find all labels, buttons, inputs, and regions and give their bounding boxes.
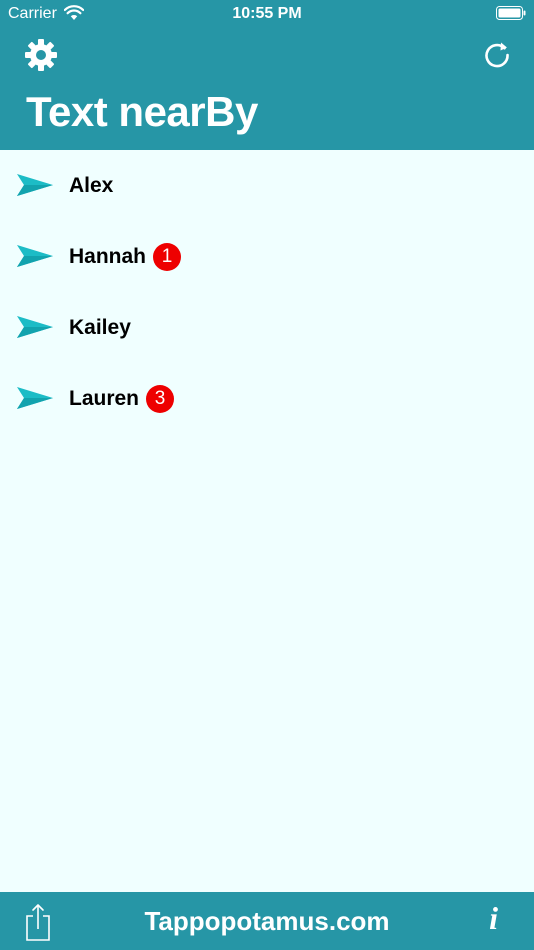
unread-badge: 1 [153, 243, 182, 271]
refresh-icon[interactable] [482, 40, 512, 70]
paper-plane-icon [17, 245, 53, 267]
contact-name-text: Hannah [69, 245, 147, 268]
list-item[interactable]: Kailey [0, 292, 534, 363]
header: Carrier 10:55 PM Text nearBy [0, 0, 534, 150]
contact-name: Alex [69, 172, 113, 200]
paper-plane-icon [17, 174, 53, 196]
page-title: Text nearBy [26, 88, 258, 135]
list-item[interactable]: Lauren 3 [0, 363, 534, 434]
website-link[interactable]: Tappopotamus.com [0, 906, 534, 937]
footer: Tappopotamus.com i [0, 892, 534, 950]
list-item[interactable]: Alex [0, 150, 534, 221]
gear-icon[interactable] [24, 38, 58, 72]
list-item[interactable]: Hannah 1 [0, 221, 534, 292]
paper-plane-icon [17, 387, 53, 409]
battery-icon [496, 6, 526, 20]
contact-name-text: Kailey [69, 316, 131, 339]
paper-plane-icon [17, 316, 53, 338]
contact-name: Lauren 3 [69, 385, 175, 413]
contact-name: Hannah 1 [69, 243, 182, 271]
status-time: 10:55 PM [232, 5, 302, 22]
status-bar: Carrier 10:55 PM [0, 0, 534, 28]
unread-badge: 3 [146, 385, 175, 413]
info-icon[interactable]: i [489, 900, 498, 937]
contact-name-text: Alex [69, 174, 114, 197]
contact-list: Alex Hannah 1 Kailey Lauren 3 [0, 150, 534, 434]
contact-name: Kailey [69, 314, 131, 342]
contact-name-text: Lauren [69, 387, 140, 410]
